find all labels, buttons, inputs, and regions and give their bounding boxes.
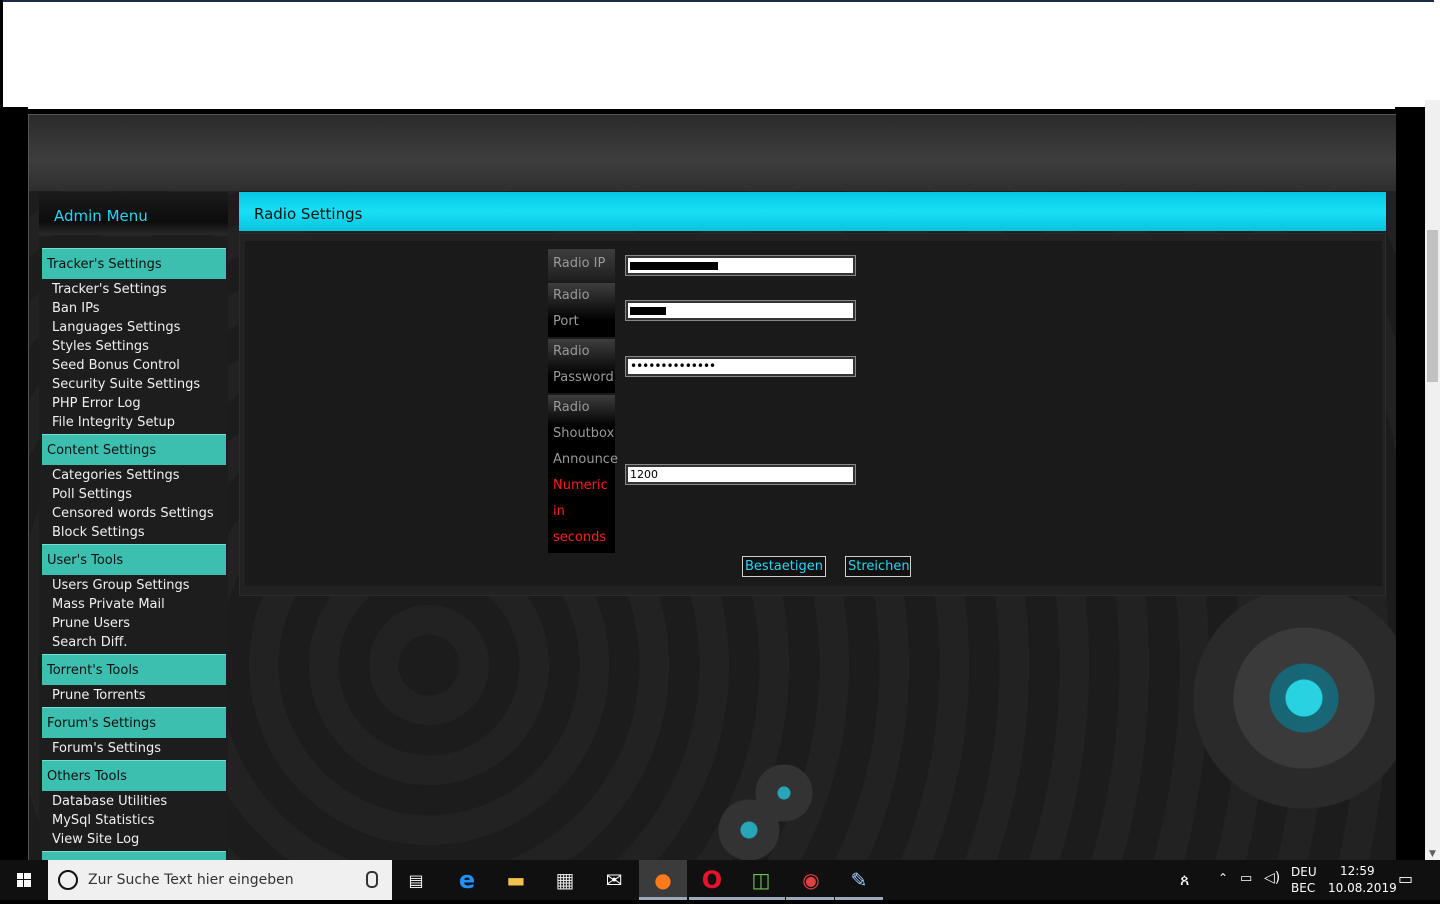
section-forums-settings[interactable]: Forum's Settings	[42, 707, 226, 738]
link-poll-settings[interactable]: Poll Settings	[52, 485, 132, 504]
language-top[interactable]: DEU	[1291, 865, 1317, 879]
link-forums-settings[interactable]: Forum's Settings	[52, 739, 161, 758]
section-others-tools[interactable]: Others Tools	[42, 760, 226, 791]
network-icon[interactable]: ▭	[1240, 871, 1252, 886]
scrollbar-thumb[interactable]	[1427, 230, 1438, 382]
link-php-error-log[interactable]: PHP Error Log	[52, 394, 141, 413]
media-app-icon[interactable]: ◉	[797, 866, 825, 894]
link-categories-settings[interactable]: Categories Settings	[52, 466, 180, 485]
link-styles-settings[interactable]: Styles Settings	[52, 337, 149, 356]
radio-password-label: Radio Password	[548, 339, 615, 393]
task-view-icon[interactable]: ▤	[402, 866, 430, 894]
radio-password-input[interactable]: ••••••••••••••	[625, 356, 856, 377]
edge-browser-icon[interactable]: e	[453, 866, 481, 894]
top-edge	[1434, 0, 1440, 107]
section-content-settings[interactable]: Content Settings	[42, 434, 226, 465]
shoutbox-note-line3: seconds	[553, 530, 607, 545]
section-users-tools[interactable]: User's Tools	[42, 544, 226, 575]
radio-settings-form: Radio IP Radio Port Radio Password •••••…	[245, 241, 1382, 586]
site-header-banner	[29, 115, 1396, 191]
browser-top-area	[3, 0, 1434, 109]
cancel-button[interactable]: Streichen	[845, 556, 911, 577]
radio-port-label: Radio Port	[548, 283, 615, 337]
shoutbox-label-line1: Radio	[553, 400, 590, 415]
link-censored-words-settings[interactable]: Censored words Settings	[52, 504, 214, 523]
link-view-site-log[interactable]: View Site Log	[52, 830, 139, 849]
confirm-button[interactable]: Bestaetigen	[742, 556, 826, 577]
network-tool-icon[interactable]: ◫	[747, 866, 775, 894]
cortana-icon	[58, 870, 78, 890]
link-languages-settings[interactable]: Languages Settings	[52, 318, 180, 337]
admin-menu-title: Admin Menu	[39, 192, 228, 235]
shoutbox-interval-input[interactable]: 1200	[625, 464, 856, 485]
page-left-margin	[0, 107, 28, 860]
link-prune-users[interactable]: Prune Users	[52, 614, 130, 633]
mail-icon[interactable]: ✉	[600, 866, 628, 894]
link-seed-bonus-control[interactable]: Seed Bonus Control	[52, 356, 180, 375]
redacted-value	[630, 262, 718, 270]
link-ban-ips[interactable]: Ban IPs	[52, 299, 99, 318]
page-right-margin	[1395, 107, 1425, 860]
link-security-suite-settings[interactable]: Security Suite Settings	[52, 375, 200, 394]
chevron-up-icon[interactable]: ⌃	[1218, 871, 1228, 885]
microphone-icon[interactable]	[366, 871, 378, 888]
admin-sidebar: Tracker's Settings Tracker's Settings Ba…	[39, 237, 228, 861]
link-mysql-statistics[interactable]: MySql Statistics	[52, 811, 155, 830]
redacted-value	[630, 307, 666, 315]
paint-app-icon[interactable]: ✎	[845, 866, 873, 894]
shoutbox-announce-label: Radio Shoutbox Announce Numeric in secon…	[548, 395, 618, 553]
file-explorer-icon[interactable]: ▬	[502, 866, 530, 894]
people-icon[interactable]: ጰ	[1180, 870, 1190, 890]
clock-time[interactable]: 12:59	[1340, 864, 1375, 878]
link-trackers-settings[interactable]: Tracker's Settings	[52, 280, 167, 299]
radio-settings-panel: Radio IP Radio Port Radio Password •••••…	[239, 233, 1386, 596]
link-prune-torrents[interactable]: Prune Torrents	[52, 686, 146, 705]
notification-icon[interactable]: ▭	[1398, 869, 1413, 888]
scroll-down-arrow[interactable]: ▼	[1427, 848, 1438, 860]
page-scrollbar[interactable]: ▼	[1425, 100, 1440, 860]
link-block-settings[interactable]: Block Settings	[52, 523, 145, 542]
taskbar-search-box[interactable]: Zur Suche Text hier eingeben	[48, 860, 392, 900]
opera-icon[interactable]: O	[698, 866, 726, 894]
shoutbox-label-line2: Shoutbox	[553, 426, 615, 441]
volume-icon[interactable]: ◁)	[1264, 870, 1280, 886]
panel-title: Radio Settings	[239, 192, 1386, 231]
section-torrents-tools[interactable]: Torrent's Tools	[42, 654, 226, 685]
radio-ip-label: Radio IP	[548, 249, 615, 281]
clock-date[interactable]: 10.08.2019	[1328, 881, 1397, 895]
radio-port-input[interactable]	[625, 300, 856, 321]
link-mass-private-mail[interactable]: Mass Private Mail	[52, 595, 165, 614]
windows-taskbar: Zur Suche Text hier eingeben ▤ e ▬ ▦ ✉ ●…	[0, 860, 1440, 900]
link-users-group-settings[interactable]: Users Group Settings	[52, 576, 190, 595]
link-search-diff[interactable]: Search Diff.	[52, 633, 128, 652]
radio-port-label-line1: Radio	[553, 288, 590, 303]
search-placeholder: Zur Suche Text hier eingeben	[88, 872, 294, 888]
radio-port-label-line2: Port	[553, 314, 579, 329]
shoutbox-label-line3: Announce	[553, 452, 618, 467]
windows-logo-icon	[17, 873, 31, 887]
store-icon[interactable]: ▦	[551, 866, 579, 894]
section-trackers-settings[interactable]: Tracker's Settings	[42, 248, 226, 279]
radio-password-label-line1: Radio	[553, 344, 590, 359]
firefox-icon[interactable]: ●	[649, 866, 677, 894]
link-database-utilities[interactable]: Database Utilities	[52, 792, 167, 811]
start-button[interactable]	[0, 860, 48, 900]
radio-password-label-line2: Password	[553, 370, 614, 385]
language-bottom[interactable]: BEC	[1291, 881, 1315, 895]
site-main: Admin Menu Tracker's Settings Tracker's …	[28, 114, 1396, 861]
link-file-integrity-setup[interactable]: File Integrity Setup	[52, 413, 175, 432]
shoutbox-note-line1: Numeric	[553, 478, 608, 493]
shoutbox-note-line2: in	[553, 504, 565, 519]
radio-ip-input[interactable]	[625, 255, 856, 276]
